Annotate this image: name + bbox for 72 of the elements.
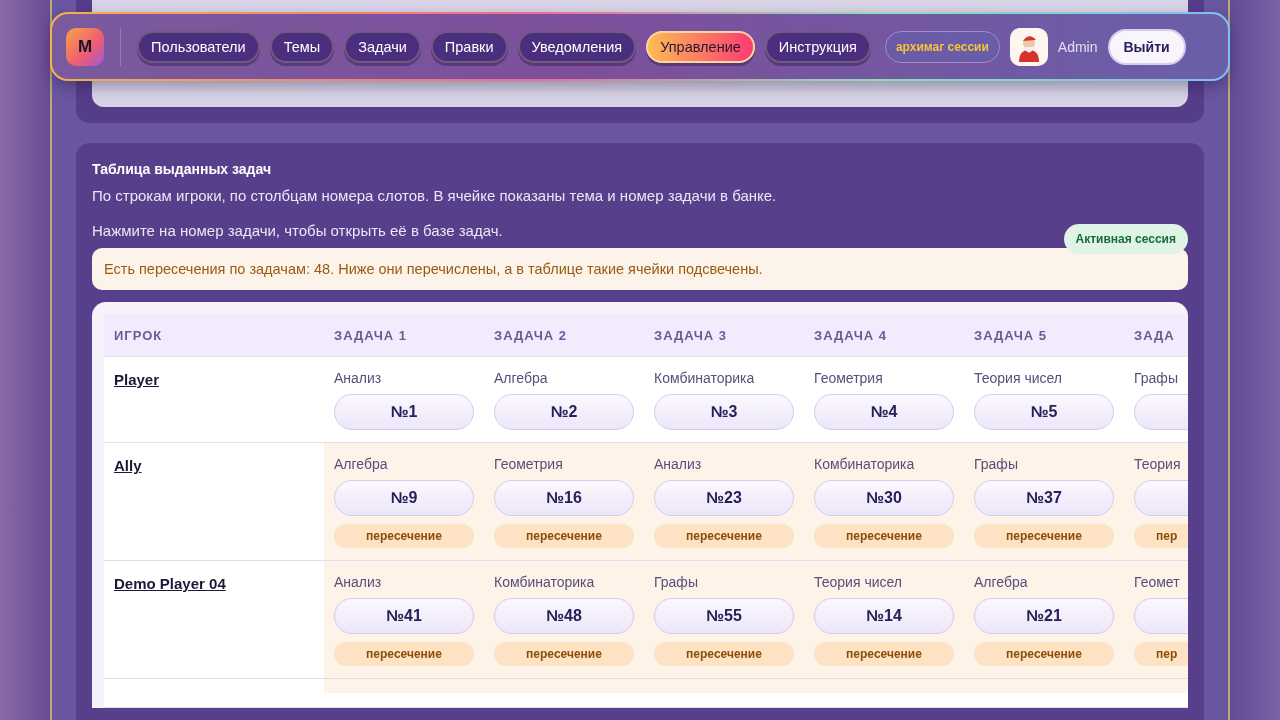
task-number-button[interactable]: №16 — [494, 480, 634, 516]
app-logo[interactable]: M — [66, 27, 104, 66]
task-number-button[interactable]: №30 — [814, 480, 954, 516]
topic-text: Алгебра — [494, 370, 549, 386]
overlap-badge: пересечение — [654, 524, 794, 548]
overlap-badge: пересечение — [814, 524, 954, 548]
hint-text: Нажмите на номер задачи, чтобы открыть её в базе задач. — [92, 222, 503, 239]
task-number-button[interactable]: №48 — [494, 598, 634, 634]
column-header: ЗАДАЧА 4 — [813, 327, 889, 343]
user-name: Admin — [1057, 38, 1098, 55]
topic-text: Геомет — [1134, 574, 1181, 590]
overlap-badge: пересечение — [494, 524, 634, 548]
status-badge: Активная сессия — [1063, 224, 1188, 254]
overlap-badge: пересечение — [974, 524, 1114, 548]
task-number-button[interactable]: №23 — [654, 480, 794, 516]
overlap-badge: пер — [1134, 642, 1188, 666]
task-number-button[interactable]: №1 — [334, 394, 474, 430]
topic-text: Анализ — [654, 456, 703, 472]
nav-tab[interactable]: Уведомления — [517, 30, 637, 63]
task-number-button[interactable]: №4 — [814, 394, 954, 430]
nav-tab[interactable]: Управление — [646, 30, 755, 63]
overlap-badge: пересечение — [974, 642, 1114, 666]
role-badge: архимаг сессии — [884, 30, 1000, 63]
section-title: Таблица выданных задач — [92, 161, 273, 177]
topic-text: Комбинаторика — [494, 574, 596, 590]
player-link[interactable]: Ally — [114, 457, 314, 474]
alert-message: Есть пересечения по задачам: 48. Ниже они перечислены, а в таблице такие ячейки подсвечены. — [92, 248, 1188, 290]
section-description: По строкам игроки, по столбцам номера слотов. В ячейке показаны тема и номер задачи в банке. — [92, 187, 778, 204]
overlap-badge: пересечение — [654, 642, 794, 666]
overlap-badge: пересечение — [334, 524, 474, 548]
task-number-button[interactable]: №21 — [974, 598, 1114, 634]
avatar-icon[interactable] — [1009, 27, 1048, 66]
nav-tab[interactable]: Инструкция — [764, 30, 871, 63]
topic-text: Теория чисел — [974, 370, 1064, 386]
topic-text: Теория — [1134, 456, 1182, 472]
column-header: ЗАДА — [1133, 327, 1176, 343]
topic-text: Алгебра — [334, 456, 389, 472]
topic-text: Комбинаторика — [814, 456, 916, 472]
column-header: ЗАДАЧА 1 — [333, 327, 409, 343]
column-header: ЗАДАЧА 2 — [493, 327, 569, 343]
nav-tab[interactable]: Пользователи — [137, 30, 260, 63]
overlap-badge: пер — [1134, 524, 1188, 548]
topic-text: Графы — [654, 574, 699, 590]
overlap-badge: пересечение — [334, 642, 474, 666]
topic-text: Графы — [1134, 370, 1179, 386]
task-number-button[interactable]: №41 — [334, 598, 474, 634]
column-header: ЗАДАЧА 3 — [653, 327, 729, 343]
topic-text: Алгебра — [974, 574, 1029, 590]
nav-tab[interactable]: Задачи — [344, 30, 421, 63]
column-header: ИГРОК — [113, 327, 164, 343]
nav-tab[interactable]: Правки — [430, 30, 508, 63]
task-number-button[interactable]: №9 — [334, 480, 474, 516]
player-link[interactable]: Player — [114, 371, 314, 388]
task-number-button[interactable]: №3 — [654, 394, 794, 430]
task-number-button[interactable]: №2 — [494, 394, 634, 430]
topic-text: Комбинаторика — [654, 370, 756, 386]
logout-button[interactable]: Выйти — [1107, 28, 1186, 65]
task-number-button[interactable]: №37 — [974, 480, 1114, 516]
topic-text: Геометрия — [494, 456, 564, 472]
topic-text: Анализ — [334, 370, 383, 386]
topic-text: Геометрия — [814, 370, 884, 386]
player-link[interactable]: Demo Player 04 — [114, 575, 314, 592]
column-header: ЗАДАЧА 5 — [973, 327, 1049, 343]
overlap-badge: пересечение — [814, 642, 954, 666]
topic-text: Графы — [974, 456, 1019, 472]
task-number-button[interactable]: №55 — [654, 598, 794, 634]
topic-text: Анализ — [334, 574, 383, 590]
topic-text: Теория чисел — [814, 574, 904, 590]
task-number-button[interactable]: №14 — [814, 598, 954, 634]
overlap-badge: пересечение — [494, 642, 634, 666]
nav-tab[interactable]: Темы — [269, 30, 335, 63]
task-number-button[interactable]: №5 — [974, 394, 1114, 430]
